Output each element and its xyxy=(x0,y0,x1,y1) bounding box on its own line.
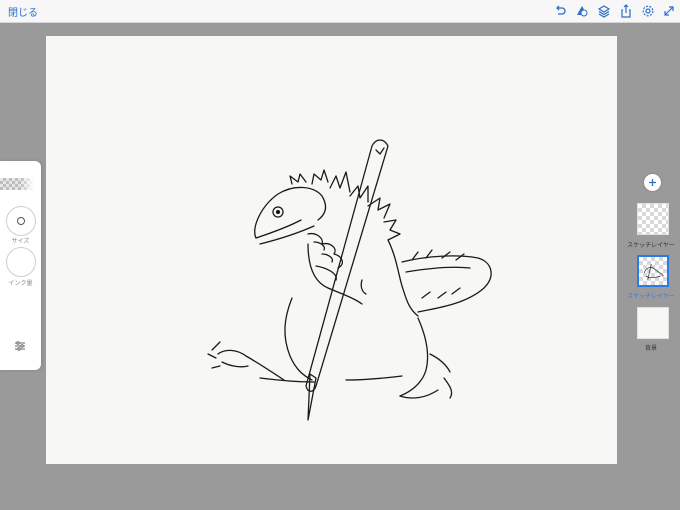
layer-label-background: 背景 xyxy=(644,345,657,352)
close-button[interactable]: 閉じる xyxy=(8,4,38,19)
layer-label-selected: スケッチレイヤー xyxy=(627,293,675,300)
brush-settings-icon[interactable] xyxy=(13,339,27,353)
brush-tool-panel: サイズ インク量 xyxy=(0,161,41,370)
settings-icon[interactable] xyxy=(641,4,655,18)
top-toolbar: 閉じる xyxy=(0,0,680,23)
tool-shape-icon[interactable] xyxy=(575,4,589,18)
add-layer-button[interactable] xyxy=(644,174,661,191)
layer-label: スケッチレイヤー xyxy=(627,242,675,249)
drawing-canvas[interactable] xyxy=(46,36,617,464)
layers-icon[interactable] xyxy=(597,4,611,18)
size-control-icon xyxy=(17,217,25,225)
size-label: サイズ xyxy=(11,238,30,245)
plus-icon xyxy=(649,179,656,186)
ink-amount-label: インク量 xyxy=(8,280,33,287)
size-control[interactable] xyxy=(6,206,36,236)
share-icon[interactable] xyxy=(619,4,633,18)
ink-amount-control[interactable] xyxy=(6,247,36,277)
layer-thumbnail-sketch-1[interactable] xyxy=(637,203,669,235)
fullscreen-icon[interactable] xyxy=(662,4,676,18)
undo-icon[interactable] xyxy=(553,4,567,18)
layer-thumbnail-sketch-2[interactable] xyxy=(637,255,669,287)
layer-thumbnail-background[interactable] xyxy=(637,307,669,339)
brush-preview[interactable] xyxy=(0,178,34,190)
dinosaur-sketch xyxy=(207,139,492,421)
